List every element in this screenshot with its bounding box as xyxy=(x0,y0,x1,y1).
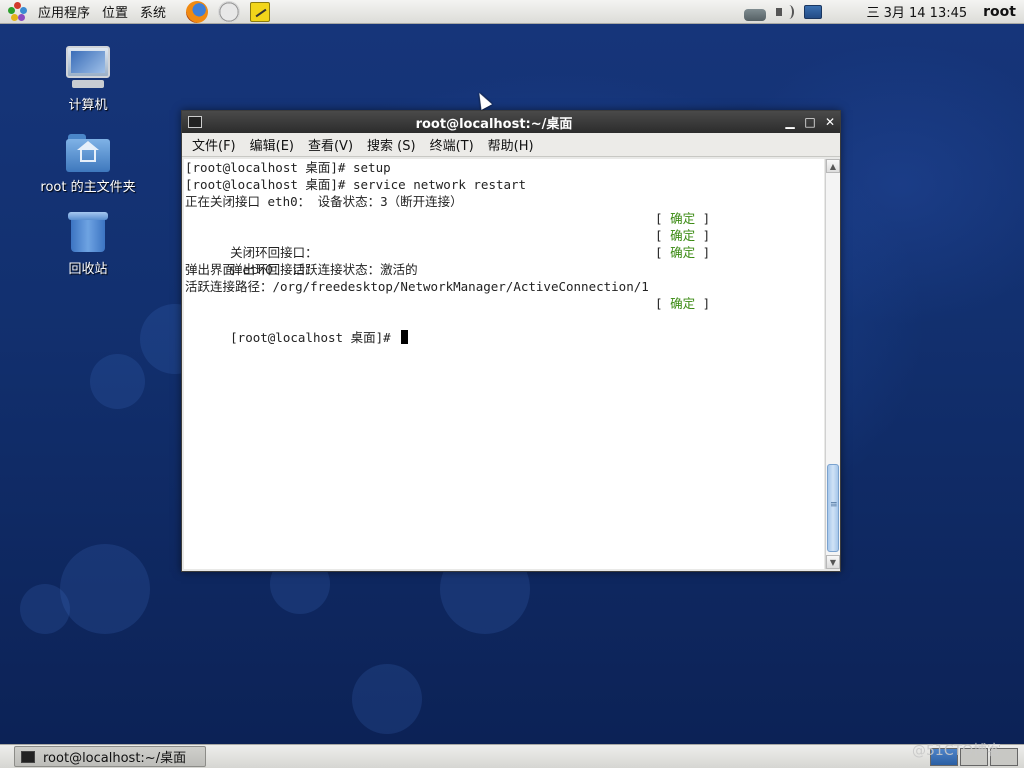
volume-icon[interactable] xyxy=(774,2,796,22)
terminal-menubar: 文件(F) 编辑(E) 查看(V) 搜索 (S) 终端(T) 帮助(H) xyxy=(182,133,840,157)
notes-icon[interactable] xyxy=(250,1,271,22)
terminal-line: 弹出界面 eth0： 活跃连接状态：激活的 xyxy=(185,262,418,277)
scroll-up-icon[interactable]: ▲ xyxy=(826,159,840,173)
terminal-line-status: [ 确定 ] xyxy=(184,295,824,312)
terminal-line-status: [ 确定 ] xyxy=(184,210,824,227)
terminal-line: 活跃连接路径：/org/freedesktop/NetworkManager/A… xyxy=(185,279,649,294)
taskbar-label: root@localhost:~/桌面 xyxy=(43,751,187,766)
terminal-output[interactable]: [root@localhost 桌面]# setup [root@localho… xyxy=(184,159,824,569)
menu-places[interactable]: 位置 xyxy=(96,0,134,24)
background-bubble xyxy=(20,584,70,634)
ok-status: [ 确定 ] xyxy=(655,211,711,226)
network-icon[interactable] xyxy=(804,4,823,19)
desktop-icon-label: 计算机 xyxy=(68,98,108,113)
desktop-icon-label: 回收站 xyxy=(68,262,108,277)
top-panel: 应用程序 位置 系统 三 3月 14 13:45 root xyxy=(0,0,1024,24)
menu-system[interactable]: 系统 xyxy=(134,0,172,24)
trash-icon xyxy=(68,210,108,254)
taskbar-terminal-button[interactable]: root@localhost:~/桌面 xyxy=(14,746,206,767)
watermark: @51CTO博客 xyxy=(912,743,1002,759)
terminal-prompt: [root@localhost 桌面]# xyxy=(230,330,399,345)
ok-status: [ 确定 ] xyxy=(655,245,711,260)
scroll-down-icon[interactable]: ▼ xyxy=(826,555,840,569)
menu-terminal[interactable]: 终端(T) xyxy=(423,135,481,154)
terminal-icon xyxy=(188,116,202,128)
maximize-button[interactable]: □ xyxy=(800,112,820,132)
desktop-icon-home[interactable]: root 的主文件夹 xyxy=(33,130,143,195)
terminal-line-status: 弹出环回接口： [ 确定 ] xyxy=(184,244,824,277)
window-title: root@localhost:~/桌面 xyxy=(415,116,573,132)
menu-view[interactable]: 查看(V) xyxy=(301,135,360,154)
menu-help[interactable]: 帮助(H) xyxy=(481,135,541,154)
desktop-icon-computer[interactable]: 计算机 xyxy=(33,46,143,113)
terminal-icon xyxy=(21,750,35,763)
gnome-foot-icon[interactable] xyxy=(8,1,28,22)
vertical-scrollbar[interactable]: ▲ ▼ xyxy=(825,159,840,569)
background-bubble xyxy=(352,664,422,734)
menu-applications[interactable]: 应用程序 xyxy=(32,0,96,24)
background-bubble xyxy=(60,544,150,634)
terminal-line-status: 关闭环回接口： [ 确定 ] xyxy=(184,227,824,260)
menu-file[interactable]: 文件(F) xyxy=(185,135,243,154)
system-tray: 三 3月 14 13:45 root xyxy=(740,0,1024,24)
background-bubble xyxy=(90,354,145,409)
terminal-line: [root@localhost 桌面]# service network res… xyxy=(185,177,527,192)
terminal-line: 正在关闭接口 eth0： 设备状态：3（断开连接） xyxy=(185,194,463,209)
ok-status: [ 确定 ] xyxy=(655,228,711,243)
menu-search[interactable]: 搜索 (S) xyxy=(360,135,423,154)
home-folder-icon xyxy=(66,134,110,172)
bottom-panel: root@localhost:~/桌面 xyxy=(0,744,1024,768)
ok-status: [ 确定 ] xyxy=(655,296,711,311)
printer-icon[interactable] xyxy=(744,8,767,21)
desktop-icon-trash[interactable]: 回收站 xyxy=(33,210,143,277)
menu-edit[interactable]: 编辑(E) xyxy=(243,135,301,154)
firefox-icon[interactable] xyxy=(186,0,209,23)
close-button[interactable]: ✕ xyxy=(820,112,840,132)
scroll-thumb[interactable] xyxy=(827,464,839,552)
text-cursor xyxy=(401,330,409,344)
computer-icon xyxy=(64,46,112,90)
clock[interactable]: 三 3月 14 13:45 xyxy=(866,2,967,21)
minimize-button[interactable]: ▁ xyxy=(780,112,800,132)
terminal-window[interactable]: root@localhost:~/桌面 ▁ □ ✕ 文件(F) 编辑(E) 查看… xyxy=(181,110,841,572)
desktop-icon-label: root 的主文件夹 xyxy=(40,180,136,195)
mail-icon[interactable] xyxy=(218,0,241,23)
terminal-line: [root@localhost 桌面]# setup xyxy=(185,160,391,175)
terminal-prompt-line: [root@localhost 桌面]# xyxy=(184,312,824,345)
titlebar[interactable]: root@localhost:~/桌面 ▁ □ ✕ xyxy=(182,111,840,133)
user-menu[interactable]: root xyxy=(983,4,1016,20)
